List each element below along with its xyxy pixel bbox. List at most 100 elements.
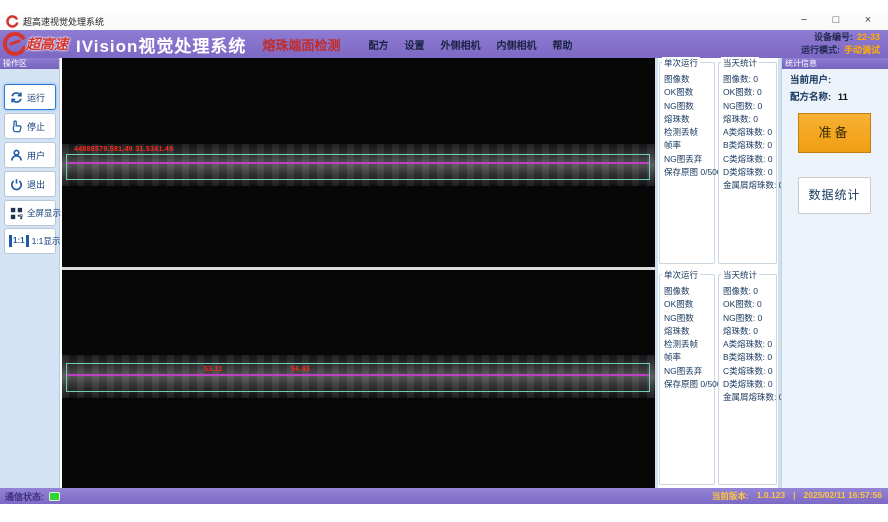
current-user-label: 当前用户: <box>790 75 831 86</box>
stat-row: 金属屑熔珠数: 0 <box>723 179 774 192</box>
menu-item-recipe[interactable]: 配方 <box>368 37 388 52</box>
device-number-value: 22-33 <box>857 31 880 44</box>
measurement-annotation-left: 53.11 <box>204 366 223 373</box>
device-info: 设备编号: 22-33 运行模式: 手动调试 <box>801 31 880 57</box>
stat-row: 金属屑熔珠数: 0 <box>723 391 774 404</box>
app-icon <box>6 15 19 28</box>
user-button[interactable]: 用户 <box>4 142 56 168</box>
measurement-annotation-top: 44888579.581.49 31.5341.49 <box>74 146 173 153</box>
run-mode-label: 运行模式: <box>801 44 840 57</box>
single-run-group: 单次运行 图像数 OK图数 NG图数 熔珠数 检测丢帧 帧率 NG图丢弃 保存原… <box>659 274 715 485</box>
menu-item-outer-camera[interactable]: 外侧相机 <box>440 37 480 52</box>
exit-button[interactable]: 退出 <box>4 171 56 197</box>
stop-button-label: 停止 <box>27 120 45 133</box>
window-controls: − □ × <box>790 13 882 29</box>
today-stats-group: 当天统计 图像数: 0 OK图数: 0 NG图数: 0 熔珠数: 0 A类熔珠数… <box>718 274 777 485</box>
minimize-button[interactable]: − <box>790 13 818 29</box>
menu-item-settings[interactable]: 设置 <box>404 37 424 52</box>
camera-view-top[interactable]: 44888579.581.49 31.5341.49 <box>62 58 655 267</box>
close-button[interactable]: × <box>854 13 882 29</box>
person-icon <box>9 148 24 163</box>
stat-row: 图像数: 0 <box>723 73 774 86</box>
seam-trace-line-bottom <box>67 374 649 376</box>
today-stats-title: 当天统计 <box>721 57 759 69</box>
recipe-name-value: 11 <box>838 92 848 103</box>
version-value: 1.0.123 <box>757 490 785 502</box>
stat-row: 熔珠数 <box>664 113 712 126</box>
stat-row: NG图数: 0 <box>723 100 774 113</box>
stop-button[interactable]: 停止 <box>4 113 56 139</box>
power-icon <box>9 177 24 192</box>
maximize-button[interactable]: □ <box>822 13 850 29</box>
stat-row: B类熔珠数: 0 <box>723 351 774 364</box>
one-to-one-button-label: 1:1显示 <box>32 235 61 247</box>
run-button-label: 运行 <box>27 91 45 104</box>
stat-row: 图像数 <box>664 285 712 298</box>
stat-row: 保存原图 0/500 <box>664 378 712 391</box>
current-user-row: 当前用户: <box>782 69 888 86</box>
info-panel: 统计信息 当前用户: 配方名称: 11 准备 数据统计 <box>781 58 888 488</box>
stat-row: OK图数: 0 <box>723 86 774 99</box>
stat-row: D类熔珠数: 0 <box>723 378 774 391</box>
comm-status-label: 通信状态: <box>5 490 44 503</box>
one-to-one-button[interactable]: 1:1 1:1显示 <box>4 228 56 254</box>
brand-logo-icon <box>2 31 28 57</box>
fullscreen-button-label: 全屏显示 <box>27 207 61 219</box>
stats-panel-bottom: 单次运行 图像数 OK图数 NG图数 熔珠数 检测丢帧 帧率 NG图丢弃 保存原… <box>658 270 778 488</box>
window-titlebar: 超高速视觉处理系统 − □ × <box>0 12 888 30</box>
exit-button-label: 退出 <box>27 178 45 191</box>
stat-row: 图像数 <box>664 73 712 86</box>
today-stats-group: 当天统计 图像数: 0 OK图数: 0 NG图数: 0 熔珠数: 0 A类熔珠数… <box>718 62 777 264</box>
status-bar: 通信状态: 当前版本: 1.0.123 | 2025/02/11 16:57:5… <box>0 488 888 504</box>
stat-row: A类熔珠数: 0 <box>723 338 774 351</box>
stat-row: NG图丢弃 <box>664 365 712 378</box>
stat-row: 熔珠数: 0 <box>723 113 774 126</box>
run-button[interactable]: 运行 <box>4 84 56 110</box>
separator: | <box>793 490 795 502</box>
detection-roi-bottom <box>66 363 650 392</box>
info-panel-caption: 统计信息 <box>782 58 888 69</box>
sidebar: 操作区 运行 停止 用户 退出 <box>0 58 60 488</box>
stat-row: 保存原图 0/500 <box>664 166 712 179</box>
loop-arrows-icon <box>9 90 24 105</box>
prepare-button[interactable]: 准备 <box>798 113 871 153</box>
stat-row: 熔珠数: 0 <box>723 325 774 338</box>
stat-row: A类熔珠数: 0 <box>723 126 774 139</box>
stat-row: NG图数: 0 <box>723 312 774 325</box>
single-run-title: 单次运行 <box>662 57 700 69</box>
stats-panel-top: 单次运行 图像数 OK图数 NG图数 熔珠数 检测丢帧 帧率 NG图丢弃 保存原… <box>658 58 778 267</box>
single-run-group: 单次运行 图像数 OK图数 NG图数 熔珠数 检测丢帧 帧率 NG图丢弃 保存原… <box>659 62 715 264</box>
menu-item-inner-camera[interactable]: 内侧相机 <box>496 37 536 52</box>
fullscreen-button[interactable]: 全屏显示 <box>4 200 56 226</box>
comm-status: 通信状态: <box>0 490 60 503</box>
device-number-label: 设备编号: <box>814 31 853 44</box>
today-stats-title: 当天统计 <box>721 269 759 281</box>
menu-bar: 配方 设置 外侧相机 内侧相机 帮助 <box>368 37 572 52</box>
recipe-name-row: 配方名称: 11 <box>782 86 888 103</box>
stat-row: 图像数: 0 <box>723 285 774 298</box>
app-subtitle: 熔珠端面检测 <box>262 35 340 54</box>
recipe-name-label: 配方名称: <box>790 92 831 103</box>
version-datetime: 当前版本: 1.0.123 | 2025/02/11 16:57:56 <box>712 490 882 502</box>
user-button-label: 用户 <box>27 149 45 162</box>
stat-row: D类熔珠数: 0 <box>723 166 774 179</box>
stat-row: NG图数 <box>664 100 712 113</box>
measurement-annotation-right: 56.43 <box>291 366 310 373</box>
sidebar-caption: 操作区 <box>0 58 59 69</box>
stat-row: 熔珠数 <box>664 325 712 338</box>
run-mode-value: 手动调试 <box>844 44 880 57</box>
seam-trace-line-top <box>67 162 649 164</box>
hand-icon <box>9 119 24 134</box>
brand-logo-text: 超高速 <box>26 34 68 54</box>
menu-item-help[interactable]: 帮助 <box>552 37 572 52</box>
app-title: IVision视觉处理系统 <box>76 32 246 57</box>
data-statistics-button[interactable]: 数据统计 <box>798 177 871 214</box>
grid-qr-icon <box>9 206 24 221</box>
desktop: 超高速视觉处理系统 − □ × 超高速 IVision视觉处理系统 熔珠端面检测… <box>0 0 888 522</box>
comm-status-led <box>49 492 60 501</box>
stat-row: 检测丢帧 <box>664 126 712 139</box>
stat-row: OK图数: 0 <box>723 298 774 311</box>
stat-row: B类熔珠数: 0 <box>723 139 774 152</box>
camera-view-bottom[interactable]: 53.11 56.43 <box>62 270 655 488</box>
window-title: 超高速视觉处理系统 <box>23 15 104 28</box>
